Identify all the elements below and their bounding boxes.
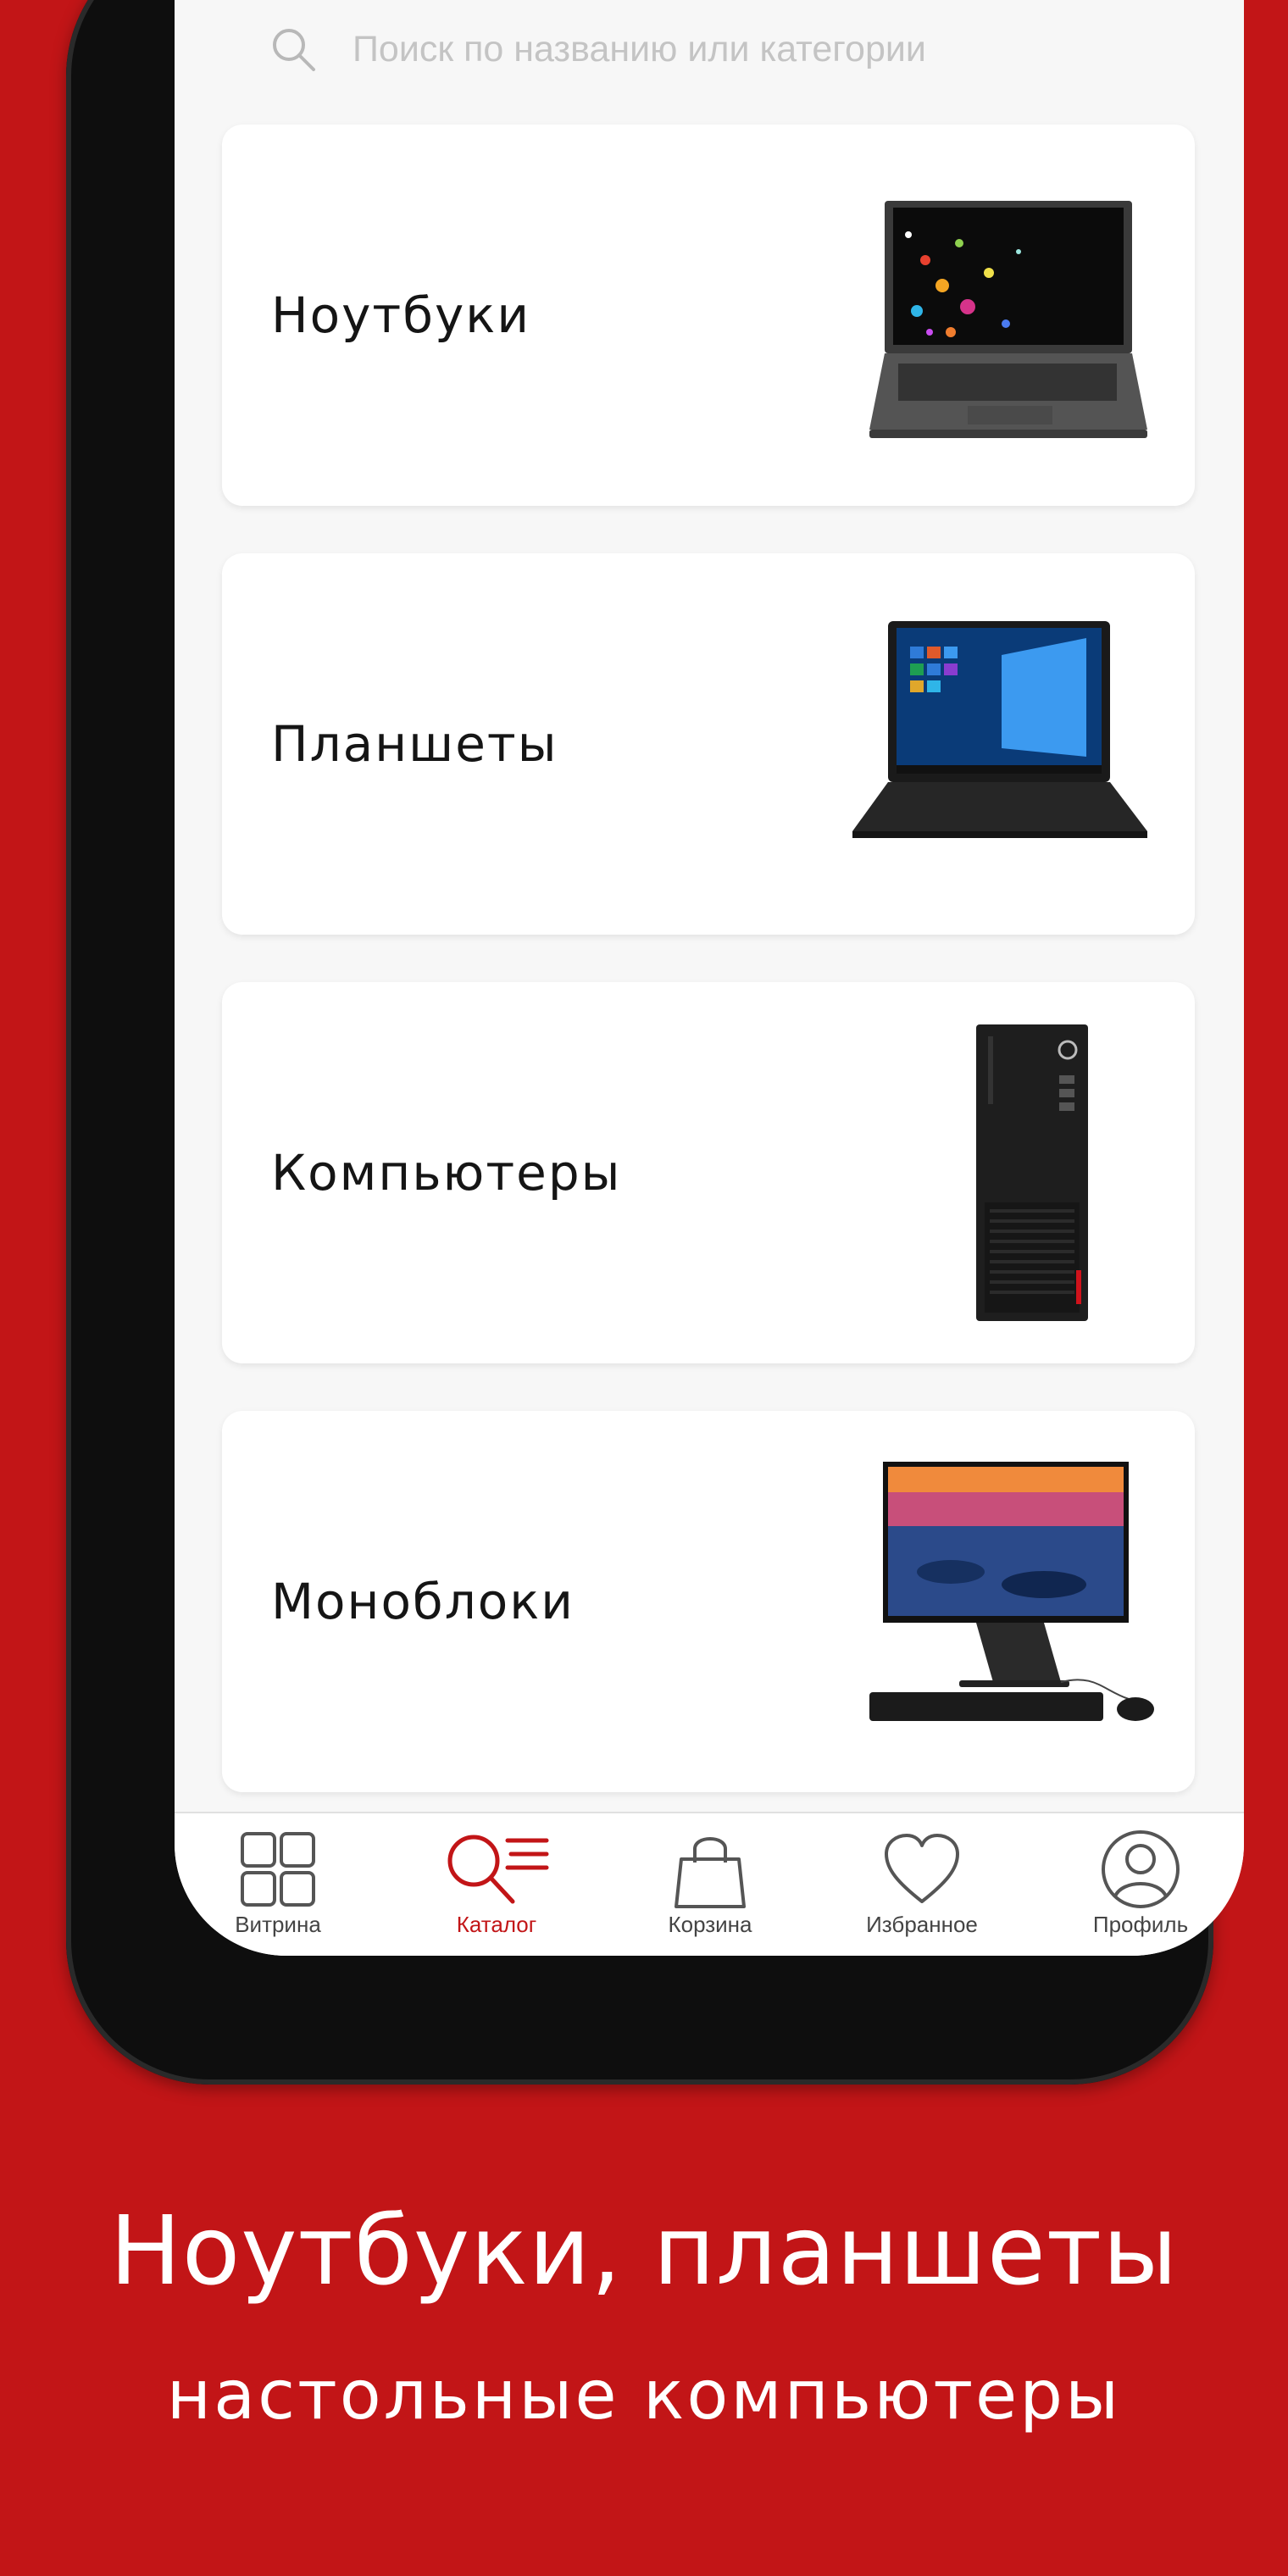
category-title: Ноутбуки: [271, 286, 531, 344]
category-card-all-in-one[interactable]: Моноблоки: [222, 1411, 1195, 1792]
category-card-notebooks[interactable]: Ноутбуки: [222, 125, 1195, 506]
tab-label: Корзина: [668, 1912, 752, 1937]
heart-icon: [885, 1834, 959, 1903]
tab-catalog[interactable]: Каталог: [395, 1813, 598, 1956]
category-title: Компьютеры: [271, 1144, 622, 1202]
search-input[interactable]: [351, 27, 1115, 71]
category-card-tablets[interactable]: Планшеты: [222, 553, 1195, 935]
tab-cart[interactable]: Корзина: [608, 1813, 812, 1956]
grid-icon: [241, 1832, 315, 1907]
promo-headline: Ноутбуки, планшеты: [109, 2196, 1179, 2307]
category-card-computers[interactable]: Компьютеры: [222, 982, 1195, 1363]
tab-label: Витрина: [235, 1912, 321, 1937]
bottom-tab-bar: Витрина Каталог Корзина Избранное Профил…: [175, 1812, 1244, 1956]
tab-showcase[interactable]: Витрина: [176, 1813, 380, 1956]
search-bar[interactable]: [268, 15, 1115, 83]
app-screen: Ноутбуки Пл: [175, 0, 1244, 1956]
tablet-image: [852, 621, 1147, 838]
search-icon: [273, 29, 315, 71]
catalog-search-icon: [447, 1835, 549, 1904]
desktop-tower-image: [976, 1024, 1088, 1321]
tab-profile[interactable]: Профиль: [1039, 1813, 1242, 1956]
tab-label: Каталог: [456, 1912, 537, 1937]
promo-subheadline: настольные компьютеры: [166, 2356, 1122, 2434]
tab-favorites[interactable]: Избранное: [820, 1813, 1024, 1956]
laptop-image: [869, 201, 1147, 438]
shopping-bag-icon: [675, 1837, 746, 1908]
all-in-one-image: [869, 1462, 1154, 1721]
tab-label: Профиль: [1092, 1912, 1189, 1937]
tab-label: Избранное: [866, 1912, 978, 1937]
phone-frame: Ноутбуки Пл: [66, 0, 1244, 2085]
category-title: Планшеты: [271, 715, 558, 773]
category-title: Моноблоки: [271, 1573, 575, 1630]
profile-icon: [1102, 1830, 1180, 1908]
